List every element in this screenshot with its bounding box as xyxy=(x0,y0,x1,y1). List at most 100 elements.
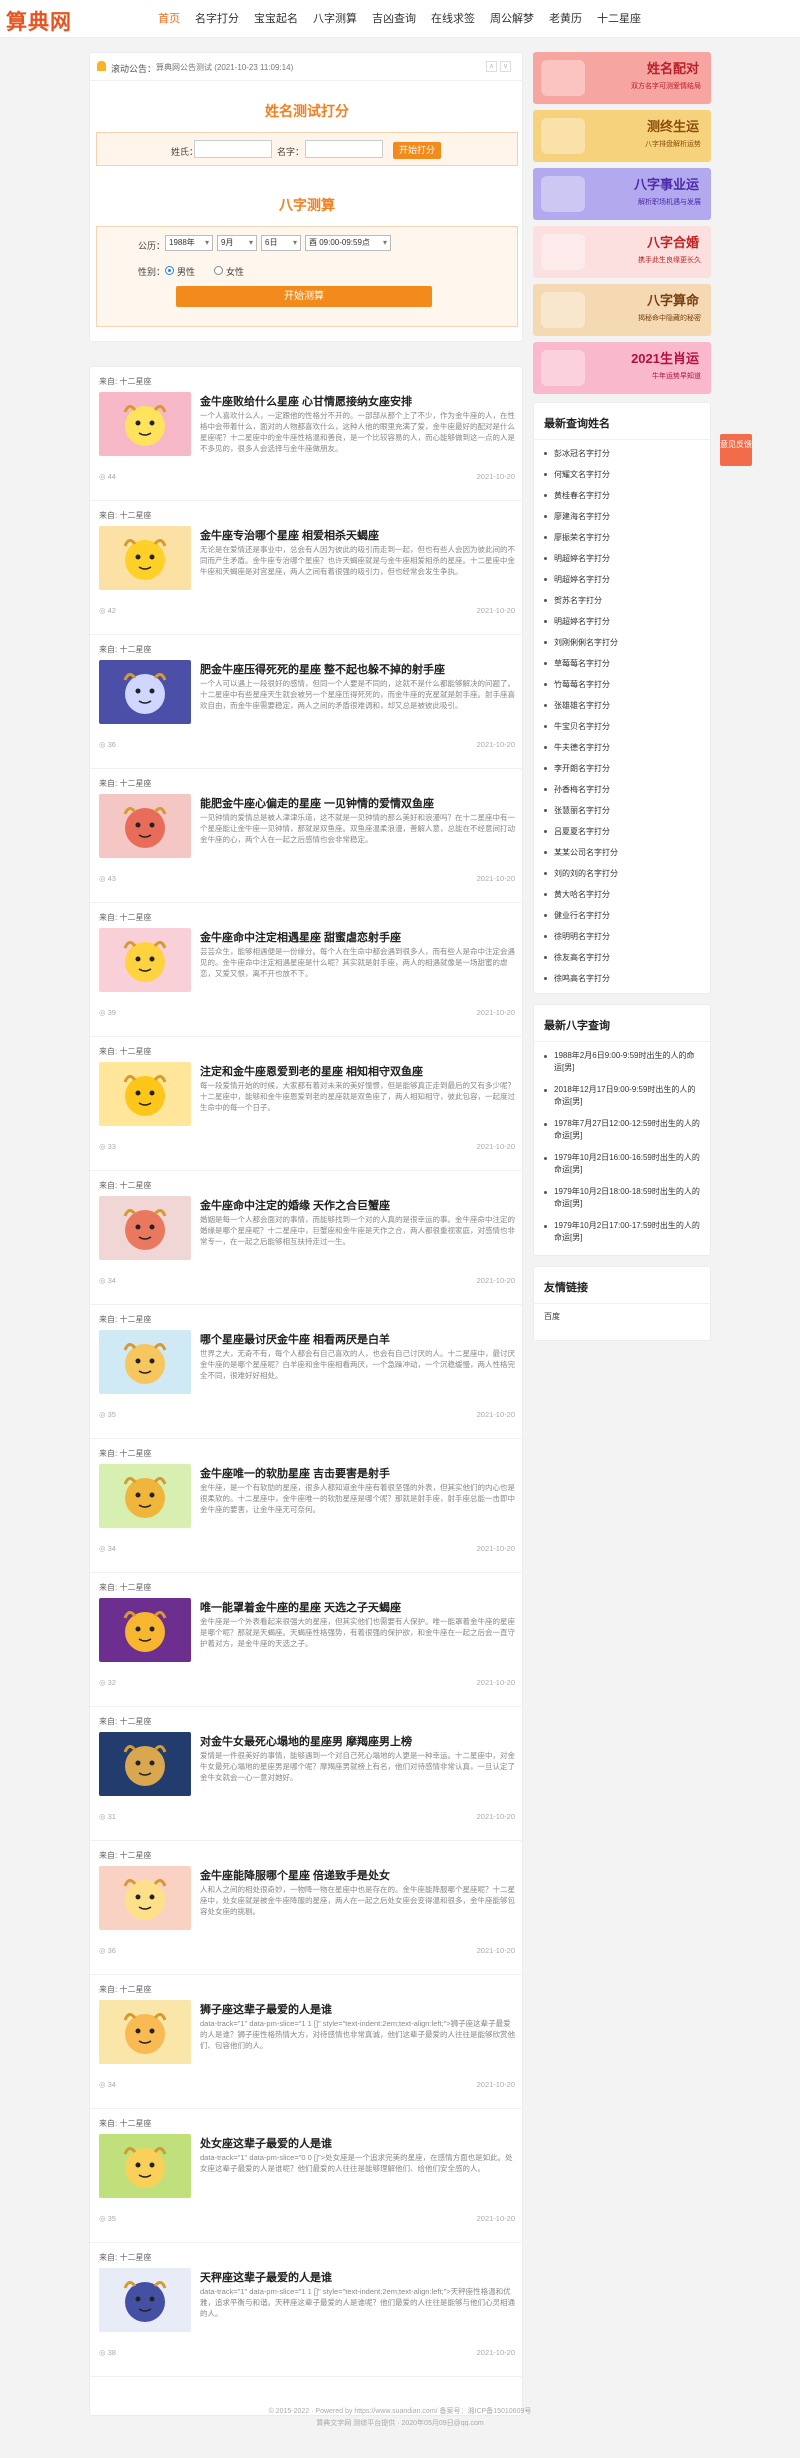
promo-banner[interactable]: 八字事业运 解析职场机遇与发展 xyxy=(533,168,711,220)
recent-name-link[interactable]: 廖振荣名字打分 xyxy=(534,527,710,548)
promo-banner[interactable]: 八字合婚 携手此生良缘更长久 xyxy=(533,226,711,278)
article-source[interactable]: 来自: 十二星座 xyxy=(99,1180,151,1191)
article-item[interactable]: 来自: 十二星座 金牛座专治哪个星座 相爱相杀天蝎座 无论是在爱情还是事业中，总会有… xyxy=(90,501,524,635)
recent-name-link[interactable]: 廖建海名字打分 xyxy=(534,506,710,527)
article-title[interactable]: 狮子座这辈子最爱的人是谁 xyxy=(200,2001,518,2017)
article-item[interactable]: 来自: 十二星座 肥金牛座压得死死的星座 整不起也躲不掉的射手座 一个人可以遇上一段… xyxy=(90,635,524,769)
article-thumbnail[interactable] xyxy=(99,794,191,858)
recent-name-link[interactable]: 草莓莓名字打分 xyxy=(534,653,710,674)
recent-name-link[interactable]: 刘刚俐俐名字打分 xyxy=(534,632,710,653)
recent-name-link[interactable]: 竹莓莓名字打分 xyxy=(534,674,710,695)
article-item[interactable]: 来自: 十二星座 金牛座命中注定的婚缘 天作之合巨蟹座 婚姻是每一个人都会面对的事情… xyxy=(90,1171,524,1305)
article-source[interactable]: 来自: 十二星座 xyxy=(99,1850,151,1861)
article-thumbnail[interactable] xyxy=(99,1732,191,1796)
article-source[interactable]: 来自: 十二星座 xyxy=(99,912,151,923)
recent-name-link[interactable]: 徐鸣高名字打分 xyxy=(534,968,710,989)
article-thumbnail[interactable] xyxy=(99,1062,191,1126)
recent-name-link[interactable]: 吕夏夏名字打分 xyxy=(534,821,710,842)
promo-banner[interactable]: 2021生肖运 牛年运势早知道 xyxy=(533,342,711,394)
article-title[interactable]: 唯一能罩着金牛座的星座 天选之子天蝎座 xyxy=(200,1599,518,1615)
recent-name-link[interactable]: 牛宝贝名字打分 xyxy=(534,716,710,737)
recent-name-link[interactable]: 张慧丽名字打分 xyxy=(534,800,710,821)
site-logo[interactable]: 算典网 xyxy=(6,6,72,36)
article-item[interactable]: 来自: 十二星座 金牛座唯一的软肋星座 吉击要害是射手 金牛座，是一个有软肋的星座，… xyxy=(90,1439,524,1573)
male-radio[interactable] xyxy=(165,266,174,275)
recent-bazi-link[interactable]: 1979年10月2日16:00-16:59时出生的人的命运[男] xyxy=(534,1147,710,1181)
recent-name-link[interactable]: 李开朗名字打分 xyxy=(534,758,710,779)
recent-name-link[interactable]: 贺苏名字打分 xyxy=(534,590,710,611)
surname-input[interactable] xyxy=(194,140,272,158)
article-source[interactable]: 来自: 十二星座 xyxy=(99,510,151,521)
nav-home[interactable]: 首页 xyxy=(152,0,186,38)
recent-name-link[interactable]: 张雄雄名字打分 xyxy=(534,695,710,716)
recent-bazi-link[interactable]: 1979年10月2日17:00-17:59时出生的人的命运[男] xyxy=(534,1215,710,1249)
recent-name-link[interactable]: 孙香梅名字打分 xyxy=(534,779,710,800)
article-title[interactable]: 哪个星座最讨厌金牛座 相看两厌是白羊 xyxy=(200,1331,518,1347)
hour-select[interactable]: 酉 09:00-09:59点 xyxy=(305,235,391,251)
nav-zodiac[interactable]: 十二星座 xyxy=(591,0,647,38)
recent-name-link[interactable]: 牛夫德名字打分 xyxy=(534,737,710,758)
article-item[interactable]: 来自: 十二星座 注定和金牛座恩爱到老的星座 相知相守双鱼座 每一段爱情开始的时候，… xyxy=(90,1037,524,1171)
article-title[interactable]: 金牛座败给什么星座 心甘情愿接纳女座安排 xyxy=(200,393,518,409)
recent-bazi-link[interactable]: 2018年12月17日9:00-9:59时出生的人的命运[男] xyxy=(534,1079,710,1113)
recent-name-link[interactable]: 徐明明名字打分 xyxy=(534,926,710,947)
promo-banner[interactable]: 八字算命 揭秘命中隐藏的秘密 xyxy=(533,284,711,336)
article-thumbnail[interactable] xyxy=(99,1330,191,1394)
recent-bazi-link[interactable]: 1988年2月6日9:00-9:59时出生的人的命运[男] xyxy=(534,1045,710,1079)
feedback-button[interactable]: 意见反馈 xyxy=(720,434,752,466)
nav-bazi[interactable]: 八字测算 xyxy=(307,0,363,38)
recent-name-link[interactable]: 明超婷名字打分 xyxy=(534,569,710,590)
recent-name-link[interactable]: 健业行名字打分 xyxy=(534,905,710,926)
article-source[interactable]: 来自: 十二星座 xyxy=(99,644,151,655)
article-title[interactable]: 注定和金牛座恩爱到老的星座 相知相守双鱼座 xyxy=(200,1063,518,1079)
article-item[interactable]: 来自: 十二星座 金牛座命中注定相遇星座 甜蜜虐恋射手座 芸芸众生，能够相遇便是一份… xyxy=(90,903,524,1037)
recent-name-link[interactable]: 徐友高名字打分 xyxy=(534,947,710,968)
article-source[interactable]: 来自: 十二星座 xyxy=(99,1716,151,1727)
recent-name-link[interactable]: 明超婷名字打分 xyxy=(534,611,710,632)
article-source[interactable]: 来自: 十二星座 xyxy=(99,2118,151,2129)
recent-name-link[interactable]: 明超婷名字打分 xyxy=(534,548,710,569)
article-item[interactable]: 来自: 十二星座 对金牛女最死心塌地的星座男 摩羯座男上榜 爱情是一件很美好的事情，… xyxy=(90,1707,524,1841)
notice-text[interactable]: 算典网公告测试 (2021-10-23 11:09:14) xyxy=(156,62,293,73)
article-source[interactable]: 来自: 十二星座 xyxy=(99,1582,151,1593)
nav-fortune-query[interactable]: 吉凶查询 xyxy=(366,0,422,38)
nav-dream[interactable]: 周公解梦 xyxy=(484,0,540,38)
article-title[interactable]: 肥金牛座压得死死的星座 整不起也躲不掉的射手座 xyxy=(200,661,518,677)
year-select[interactable]: 1988年 xyxy=(165,235,213,251)
friend-link[interactable]: 百度 xyxy=(534,1307,710,1340)
article-title[interactable]: 金牛座唯一的软肋星座 吉击要害是射手 xyxy=(200,1465,518,1481)
article-thumbnail[interactable] xyxy=(99,2268,191,2332)
article-thumbnail[interactable] xyxy=(99,526,191,590)
nav-almanac[interactable]: 老黄历 xyxy=(543,0,588,38)
recent-name-link[interactable]: 某某公司名字打分 xyxy=(534,842,710,863)
nav-name-score[interactable]: 名字打分 xyxy=(189,0,245,38)
article-source[interactable]: 来自: 十二星座 xyxy=(99,778,151,789)
recent-bazi-link[interactable]: 1978年7月27日12:00-12:59时出生的人的命运[男] xyxy=(534,1113,710,1147)
article-source[interactable]: 来自: 十二星座 xyxy=(99,2252,151,2263)
article-item[interactable]: 来自: 十二星座 能肥金牛座心偏走的星座 一见钟情的爱情双鱼座 一见钟情的爱情总是被… xyxy=(90,769,524,903)
article-source[interactable]: 来自: 十二星座 xyxy=(99,1984,151,1995)
promo-banner[interactable]: 姓名配对 双方名字可测爱情结局 xyxy=(533,52,711,104)
recent-name-link[interactable]: 彭冰冠名字打分 xyxy=(534,443,710,464)
article-source[interactable]: 来自: 十二星座 xyxy=(99,1046,151,1057)
article-thumbnail[interactable] xyxy=(99,2000,191,2064)
article-item[interactable]: 来自: 十二星座 金牛座败给什么星座 心甘情愿接纳女座安排 一个人喜欢什么人，一定跟… xyxy=(90,367,524,501)
article-title[interactable]: 金牛座命中注定相遇星座 甜蜜虐恋射手座 xyxy=(200,929,518,945)
article-item[interactable]: 来自: 十二星座 唯一能罩着金牛座的星座 天选之子天蝎座 金牛座是一个外表看起来很强… xyxy=(90,1573,524,1707)
article-thumbnail[interactable] xyxy=(99,392,191,456)
nav-online-lot[interactable]: 在线求签 xyxy=(425,0,481,38)
article-thumbnail[interactable] xyxy=(99,1196,191,1260)
article-item[interactable]: 来自: 十二星座 狮子座这辈子最爱的人是谁 data-track="1" data-… xyxy=(90,1975,524,2109)
notice-next-button[interactable]: ∨ xyxy=(500,61,511,72)
article-item[interactable]: 来自: 十二星座 金牛座能降服哪个星座 倍递致手是处女 人和人之间的相处很奇妙，一物… xyxy=(90,1841,524,1975)
article-item[interactable]: 来自: 十二星座 天秤座这辈子最爱的人是谁 data-track="1" data-… xyxy=(90,2243,524,2377)
article-item[interactable]: 来自: 十二星座 哪个星座最讨厌金牛座 相看两厌是白羊 世界之大，无奇不有，每个人都… xyxy=(90,1305,524,1439)
month-select[interactable]: 9月 xyxy=(217,235,257,251)
name-input[interactable] xyxy=(305,140,383,158)
article-source[interactable]: 来自: 十二星座 xyxy=(99,1448,151,1459)
article-title[interactable]: 对金牛女最死心塌地的星座男 摩羯座男上榜 xyxy=(200,1733,518,1749)
article-title[interactable]: 金牛座命中注定的婚缘 天作之合巨蟹座 xyxy=(200,1197,518,1213)
article-thumbnail[interactable] xyxy=(99,1866,191,1930)
recent-name-link[interactable]: 黄桂春名字打分 xyxy=(534,485,710,506)
day-select[interactable]: 6日 xyxy=(261,235,301,251)
